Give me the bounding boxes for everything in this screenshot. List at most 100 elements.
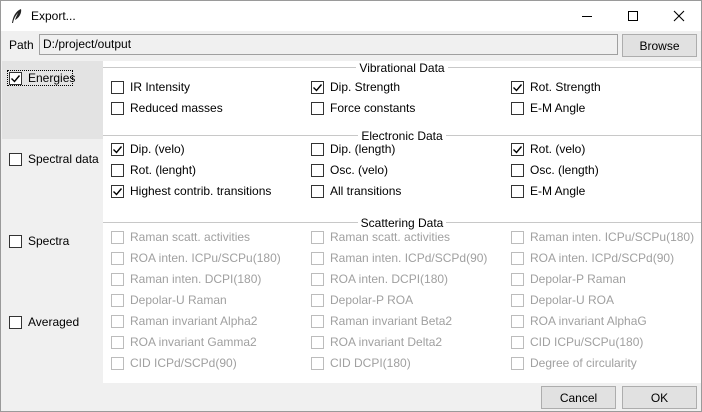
checkbox-box	[111, 293, 124, 307]
checkbox-box	[111, 142, 124, 156]
raman-invariant-beta2-checkbox: Raman invariant Beta2	[311, 314, 452, 328]
checkbox-label: ROA invariant Gamma2	[130, 335, 257, 349]
minimize-button[interactable]	[564, 1, 610, 31]
checkbox-label: ROA invariant AlphaG	[530, 314, 647, 328]
dip-velo-checkbox[interactable]: Dip. (velo)	[111, 142, 185, 156]
degree-of-circularity-checkbox: Degree of circularity	[511, 356, 637, 370]
force-constants-checkbox[interactable]: Force constants	[311, 101, 415, 115]
roa-inten-dcpi-180-checkbox: ROA inten. DCPI(180)	[311, 272, 448, 286]
rot-velo-checkbox[interactable]: Rot. (velo)	[511, 142, 585, 156]
checkbox-box	[311, 80, 324, 94]
checkbox-box	[511, 184, 524, 198]
checkbox-label: Depolar-U Raman	[130, 293, 227, 307]
raman-inten-dcpi-180-checkbox: Raman inten. DCPI(180)	[111, 272, 261, 286]
e-m-angle-checkbox[interactable]: E-M Angle	[511, 184, 585, 198]
checkbox-label: Raman inten. DCPI(180)	[130, 272, 262, 286]
depolar-u-raman-checkbox: Depolar-U Raman	[111, 293, 227, 307]
checkbox-box	[111, 335, 124, 349]
checkbox-label: Raman scatt. activities	[330, 230, 451, 244]
checkbox-box	[511, 101, 524, 115]
checkbox-box	[311, 272, 324, 286]
cid-icpd-scpd-90-checkbox: CID ICPd/SCPd(90)	[111, 356, 237, 370]
checkbox-label: ROA inten. ICPd/SCPd(90)	[530, 251, 675, 265]
checkbox-box	[311, 314, 324, 328]
e-m-angle-checkbox[interactable]: E-M Angle	[511, 101, 585, 115]
checkbox-box	[511, 272, 524, 286]
roa-inten-icpu-scpu-180-checkbox: ROA inten. ICPu/SCPu(180)	[111, 251, 281, 265]
checkmark-icon	[11, 74, 21, 83]
checkbox-box	[111, 230, 124, 244]
spectral-data-checkbox[interactable]: Spectral data	[9, 152, 99, 166]
all-transitions-checkbox[interactable]: All transitions	[311, 184, 401, 198]
checkbox-box	[311, 142, 324, 156]
checkbox-label: Raman scatt. activities	[130, 230, 251, 244]
checkmark-icon	[313, 83, 323, 92]
roa-invariant-alphag-checkbox: ROA invariant AlphaG	[511, 314, 647, 328]
cancel-button[interactable]: Cancel	[541, 386, 616, 409]
checkbox-box	[9, 315, 22, 329]
left-panel: Energies Spectral data Spectra Averaged	[2, 61, 103, 383]
checkbox-box	[311, 293, 324, 307]
close-button[interactable]	[656, 1, 702, 31]
browse-button[interactable]: Browse	[622, 34, 697, 57]
checkbox-box	[311, 101, 324, 115]
checkbox-box	[111, 356, 124, 370]
checkbox-label: E-M Angle	[530, 184, 586, 198]
checkbox-box	[511, 230, 524, 244]
checkbox-label: ROA inten. DCPI(180)	[330, 272, 449, 286]
export-dialog: Export... Path D:/project/output Browse …	[0, 0, 702, 412]
dip-strength-checkbox[interactable]: Dip. Strength	[311, 80, 400, 94]
checkbox-box	[511, 80, 524, 94]
ok-button[interactable]: OK	[622, 386, 697, 409]
osc-velo-checkbox[interactable]: Osc. (velo)	[311, 163, 388, 177]
checkbox-label: E-M Angle	[530, 101, 586, 115]
checkmark-icon	[113, 145, 123, 154]
checkbox-box	[9, 71, 22, 85]
checkbox-box	[511, 356, 524, 370]
roa-invariant-delta2-checkbox: ROA invariant Delta2	[311, 335, 442, 349]
checkbox-box	[111, 251, 124, 265]
raman-scatt-activities-checkbox: Raman scatt. activities	[111, 230, 250, 244]
checkbox-box	[511, 314, 524, 328]
checkmark-icon	[513, 145, 523, 154]
checkbox-label: Rot. (velo)	[530, 142, 586, 156]
highest-contrib-transitions-checkbox[interactable]: Highest contrib. transitions	[111, 184, 271, 198]
dip-length-checkbox[interactable]: Dip. (length)	[311, 142, 395, 156]
checkbox-label: Raman invariant Alpha2	[130, 314, 258, 328]
averaged-checkbox[interactable]: Averaged	[9, 315, 79, 329]
checkbox-box	[511, 251, 524, 265]
close-icon	[673, 10, 685, 22]
rot-lenght-checkbox[interactable]: Rot. (lenght)	[111, 163, 196, 177]
ir-intensity-checkbox[interactable]: IR Intensity	[111, 80, 190, 94]
checkbox-label: Reduced masses	[130, 101, 223, 115]
cid-dcpi-180-checkbox: CID DCPI(180)	[311, 356, 411, 370]
checkbox-label: Depolar-P ROA	[330, 293, 414, 307]
checkbox-box	[9, 152, 22, 166]
checkbox-label: Spectral data	[28, 152, 99, 166]
checkbox-label: ROA inten. ICPu/SCPu(180)	[130, 251, 281, 265]
depolar-p-raman-checkbox: Depolar-P Raman	[511, 272, 626, 286]
checkmark-icon	[513, 83, 523, 92]
path-input[interactable]: D:/project/output	[39, 34, 618, 55]
path-label: Path	[9, 38, 34, 52]
raman-inten-icpd-scpd-90-checkbox: Raman inten. ICPd/SCPd(90)	[311, 251, 487, 265]
reduced-masses-checkbox[interactable]: Reduced masses	[111, 101, 223, 115]
raman-inten-icpu-scpu-180-checkbox: Raman inten. ICPu/SCPu(180)	[511, 230, 694, 244]
checkbox-label: Dip. (velo)	[130, 142, 185, 156]
checkbox-box	[511, 293, 524, 307]
energies-checkbox[interactable]: Energies	[9, 71, 75, 85]
osc-length-checkbox[interactable]: Osc. (length)	[511, 163, 599, 177]
rot-strength-checkbox[interactable]: Rot. Strength	[511, 80, 601, 94]
checkbox-label: Averaged	[28, 315, 80, 329]
left-row-spectral-data: Spectral data	[2, 139, 103, 220]
checkbox-label: Force constants	[330, 101, 416, 115]
checkbox-label: ROA invariant Delta2	[330, 335, 443, 349]
checkmark-icon	[113, 187, 123, 196]
raman-scatt-activities-checkbox: Raman scatt. activities	[311, 230, 450, 244]
checkbox-label: Dip. (length)	[330, 142, 396, 156]
maximize-button[interactable]	[610, 1, 656, 31]
cid-icpu-scpu-180-checkbox: CID ICPu/SCPu(180)	[511, 335, 643, 349]
roa-invariant-gamma2-checkbox: ROA invariant Gamma2	[111, 335, 257, 349]
checkbox-label: Raman invariant Beta2	[330, 314, 453, 328]
spectra-checkbox[interactable]: Spectra	[9, 234, 69, 248]
